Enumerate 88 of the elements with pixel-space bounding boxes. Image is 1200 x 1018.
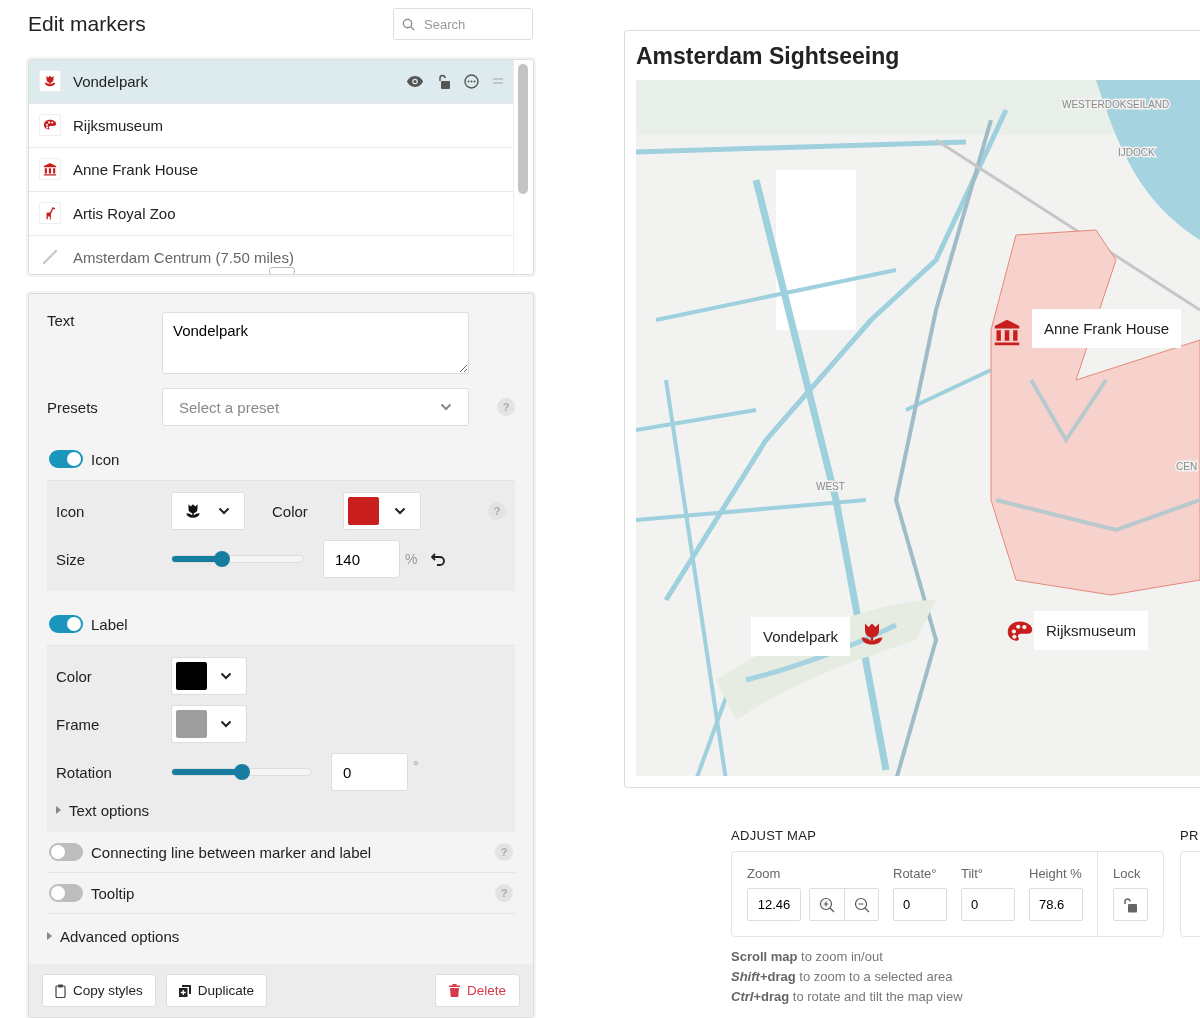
chevron-down-icon: [220, 672, 232, 680]
toggle-label: Icon: [91, 450, 120, 468]
zoom-out-icon: [853, 896, 870, 913]
map-setting-input[interactable]: 78.6: [1029, 888, 1083, 921]
marker-list-item[interactable]: Vondelpark: [29, 59, 513, 104]
field-label: Icon: [56, 502, 86, 520]
undo-icon[interactable]: [431, 552, 447, 566]
field-label: Color: [56, 667, 93, 685]
section-heading: PR: [1180, 828, 1200, 843]
advanced-options-expander[interactable]: Advanced options: [29, 914, 533, 958]
toggle-switch[interactable]: [49, 843, 83, 861]
field-label: Color: [272, 502, 309, 520]
place-label: CEN: [1176, 461, 1198, 472]
line-icon: [43, 250, 57, 265]
field-label: Size: [56, 550, 87, 568]
scrollbar-thumb[interactable]: [518, 63, 528, 194]
trash-icon: [448, 984, 460, 997]
rotation-slider[interactable]: [171, 764, 312, 780]
delete-button[interactable]: Delete: [434, 974, 520, 1007]
section-heading: ADJUST MAP: [731, 828, 818, 843]
chevron-down-icon: [218, 507, 230, 515]
chevron-down-icon: [394, 507, 406, 515]
text-options-expander[interactable]: Text options: [56, 796, 506, 824]
map-title: Amsterdam Sightseeing: [636, 43, 901, 70]
zoom-in-icon: [819, 896, 835, 913]
text-field[interactable]: Vondelpark: [162, 312, 469, 374]
field-label: Text: [47, 312, 76, 329]
unlock-icon[interactable]: [437, 73, 450, 89]
toggle-switch[interactable]: [49, 450, 83, 468]
frame-color-picker[interactable]: [171, 705, 247, 743]
search-field[interactable]: Search: [393, 8, 533, 41]
map-setting-input[interactable]: 0: [893, 888, 947, 921]
icon-picker[interactable]: [171, 492, 245, 530]
museum-icon: [993, 318, 1021, 346]
size-slider[interactable]: [171, 551, 304, 567]
more-icon[interactable]: [464, 73, 479, 89]
hint-text: Scroll map to zoom in/out: [731, 948, 884, 966]
field-label: Zoom: [747, 866, 782, 881]
field-label: Rotation: [56, 763, 113, 781]
eye-icon[interactable]: [407, 75, 423, 87]
preset-dropdown[interactable]: Select a preset: [162, 388, 469, 426]
museum-icon: [43, 162, 57, 177]
color-picker[interactable]: [343, 492, 421, 530]
toggle-label: Connecting line between marker and label: [91, 843, 372, 861]
hint-text: Ctrl+drag to rotate and tilt the map view: [731, 988, 964, 1006]
marker-name: Vondelpark: [73, 72, 149, 90]
field-label: Rotate°: [893, 866, 938, 881]
duplicate-icon: [178, 984, 191, 997]
field-label: Lock: [1113, 866, 1142, 881]
marker-list-item[interactable]: Artis Royal Zoo: [29, 191, 513, 236]
map-marker-label[interactable]: Vondelpark: [751, 617, 851, 656]
field-label: Presets: [47, 398, 99, 416]
toggle-switch[interactable]: [49, 615, 83, 633]
field-label: Frame: [56, 715, 101, 733]
hint-text: Shift+drag to zoom to a selected area: [731, 968, 954, 986]
marker-list-item[interactable]: Rijksmuseum: [29, 103, 513, 148]
map-setting-input[interactable]: 0: [961, 888, 1015, 921]
marker-name: Anne Frank House: [73, 160, 199, 178]
duplicate-button[interactable]: Duplicate: [165, 974, 268, 1007]
toggle-label: Label: [91, 615, 128, 633]
chevron-down-icon: [220, 720, 232, 728]
marker-name: Rijksmuseum: [73, 116, 163, 134]
color-picker[interactable]: [171, 657, 247, 695]
chevron-down-icon: [440, 403, 452, 411]
field-label: Tilt°: [961, 866, 985, 881]
copy-styles-button[interactable]: Copy styles: [42, 974, 156, 1007]
drag-handle-icon[interactable]: [493, 78, 503, 85]
resize-handle[interactable]: [269, 267, 295, 274]
map-marker-label[interactable]: Anne Frank House: [1032, 309, 1182, 348]
marker-name: Artis Royal Zoo: [73, 204, 176, 222]
zoom-input[interactable]: 12.46: [747, 888, 801, 921]
marker-name: Amsterdam Centrum (7.50 miles): [73, 248, 294, 266]
unit-label: °: [413, 758, 419, 774]
map-marker-label[interactable]: Rijksmuseum: [1034, 611, 1148, 650]
rotation-input[interactable]: 0: [331, 753, 408, 791]
unlock-icon: [1123, 896, 1138, 913]
field-label: Height %: [1029, 866, 1083, 881]
unit-label: %: [405, 551, 418, 567]
toggle-label: Tooltip: [91, 884, 135, 902]
page-title: Edit markers: [28, 12, 146, 37]
tulip-icon: [43, 74, 57, 89]
toggle-switch[interactable]: [49, 884, 83, 902]
zoom-out-button[interactable]: [844, 889, 878, 920]
marker-list-item[interactable]: Anne Frank House: [29, 147, 513, 192]
size-input[interactable]: 140: [323, 540, 400, 578]
lock-button[interactable]: [1113, 888, 1148, 921]
tulip-icon: [184, 502, 202, 520]
clipboard-icon: [55, 983, 66, 998]
